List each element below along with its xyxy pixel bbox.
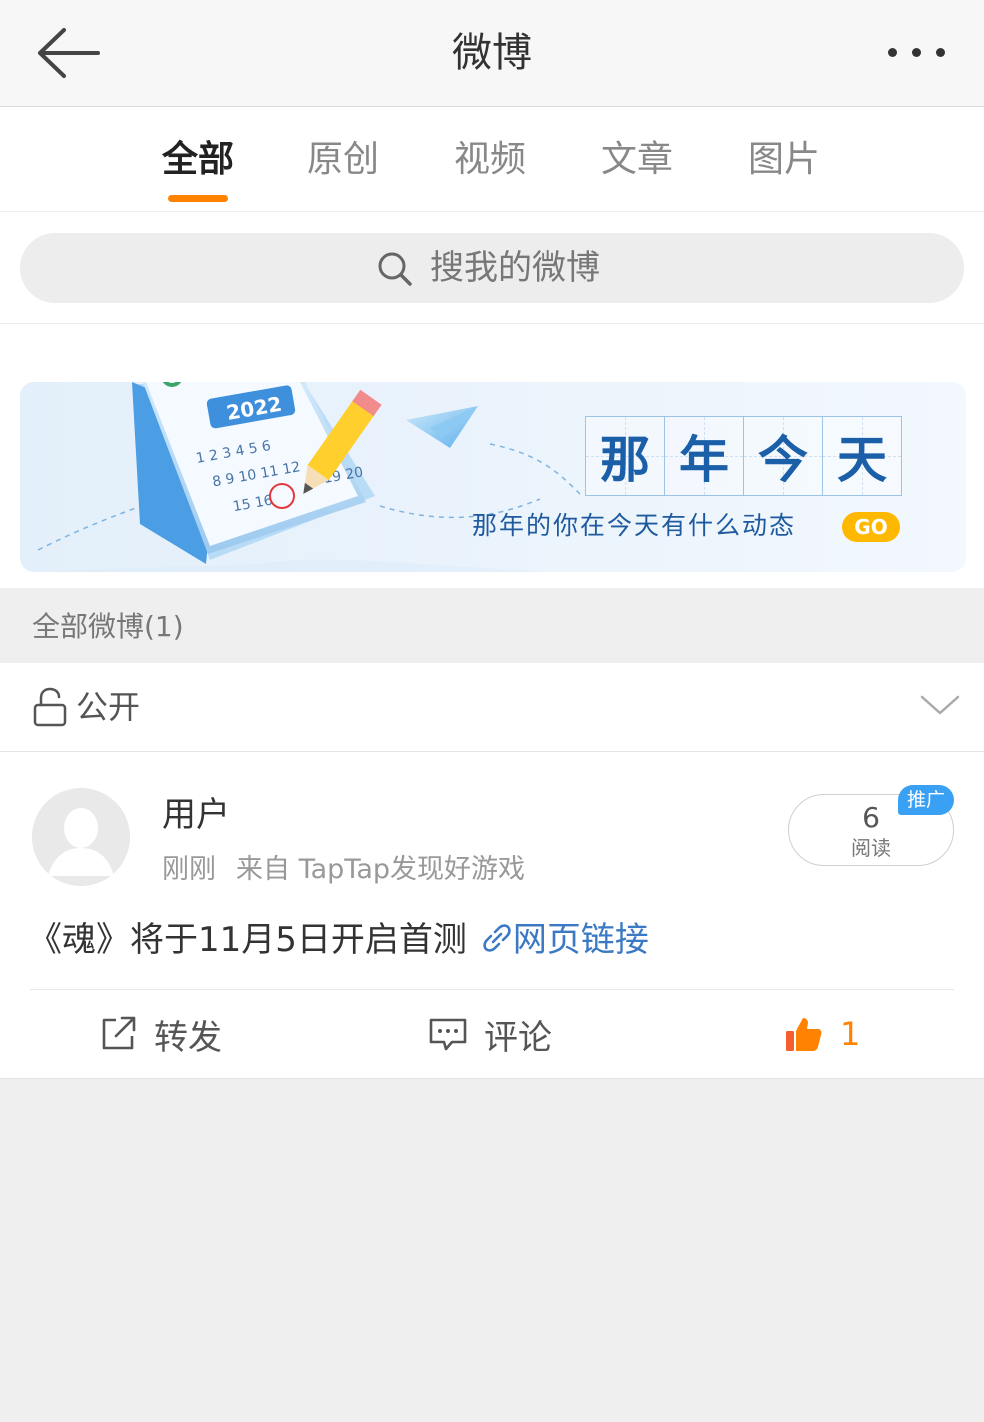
tab-all[interactable]: 全部 xyxy=(148,137,248,183)
banner-title-char: 年 xyxy=(664,416,744,496)
tab-pictures[interactable]: 图片 xyxy=(734,137,834,183)
post-meta: 刚刚 来自 TapTap发现好游戏 xyxy=(162,850,525,890)
promote-badge[interactable]: 推广 xyxy=(898,785,954,815)
banner-go-button[interactable]: GO xyxy=(842,512,900,542)
tab-video[interactable]: 视频 xyxy=(440,137,540,183)
visibility-filter[interactable]: 公开 xyxy=(0,663,984,752)
visibility-label: 公开 xyxy=(76,688,141,726)
section-header: 全部微博(1) xyxy=(0,588,984,663)
post-card: 用户 刚刚 来自 TapTap发现好游戏 6 阅读 推广 《魂》将于11月5日开启… xyxy=(0,752,984,1079)
post-text: 《魂》将于11月5日开启首测 xyxy=(28,920,467,960)
banner-section: 2022 1 2 3 4 5 6 8 9 10 11 12 15 16 19 2… xyxy=(0,324,984,588)
post-source: 来自 TapTap发现好游戏 xyxy=(236,854,525,885)
chevron-down-icon[interactable] xyxy=(920,693,960,717)
web-link[interactable]: 网页链接 xyxy=(513,920,649,960)
post-username[interactable]: 用户 xyxy=(162,792,230,838)
section-count-label: 全部微博(1) xyxy=(32,610,184,643)
search-icon xyxy=(378,252,412,286)
repost-label: 转发 xyxy=(154,1017,222,1058)
search-section: 搜我的微博 xyxy=(0,212,984,324)
avatar[interactable] xyxy=(32,788,130,886)
divider xyxy=(30,989,954,990)
like-button[interactable]: 1 xyxy=(784,1010,860,1058)
like-count: 1 xyxy=(840,1015,861,1053)
post-content: 《魂》将于11月5日开启首测 网页链接 xyxy=(28,916,649,964)
post-time: 刚刚 xyxy=(162,854,216,885)
banner-title-char: 天 xyxy=(822,416,902,496)
banner-title-char: 今 xyxy=(743,416,823,496)
default-avatar-icon xyxy=(32,788,130,886)
page-title: 微博 xyxy=(452,30,532,76)
unlock-icon xyxy=(33,687,67,727)
active-tab-indicator xyxy=(168,195,228,202)
repost-button[interactable]: 转发 xyxy=(100,1010,222,1058)
banner-title-char: 那 xyxy=(585,416,665,496)
comment-icon xyxy=(429,1018,467,1051)
search-placeholder: 搜我的微博 xyxy=(430,248,600,288)
repost-icon xyxy=(102,1016,136,1050)
more-options-icon[interactable] xyxy=(880,40,950,64)
link-icon xyxy=(483,924,511,952)
top-bar: 微博 xyxy=(0,0,984,107)
filter-tabs: 全部 原创 视频 文章 图片 xyxy=(0,107,984,212)
search-input[interactable]: 搜我的微博 xyxy=(20,233,964,303)
tab-article[interactable]: 文章 xyxy=(587,137,687,183)
thumbs-up-icon xyxy=(786,1018,822,1051)
comment-button[interactable]: 评论 xyxy=(428,1010,552,1058)
banner-subtitle: 那年的你在今天有什么动态 xyxy=(472,511,797,540)
comment-label: 评论 xyxy=(484,1017,552,1058)
on-this-day-banner[interactable]: 2022 1 2 3 4 5 6 8 9 10 11 12 15 16 19 2… xyxy=(20,382,966,572)
read-label: 阅读 xyxy=(851,836,891,860)
tab-original[interactable]: 原创 xyxy=(293,137,393,183)
banner-title: 那 年 今 天 xyxy=(585,416,902,496)
